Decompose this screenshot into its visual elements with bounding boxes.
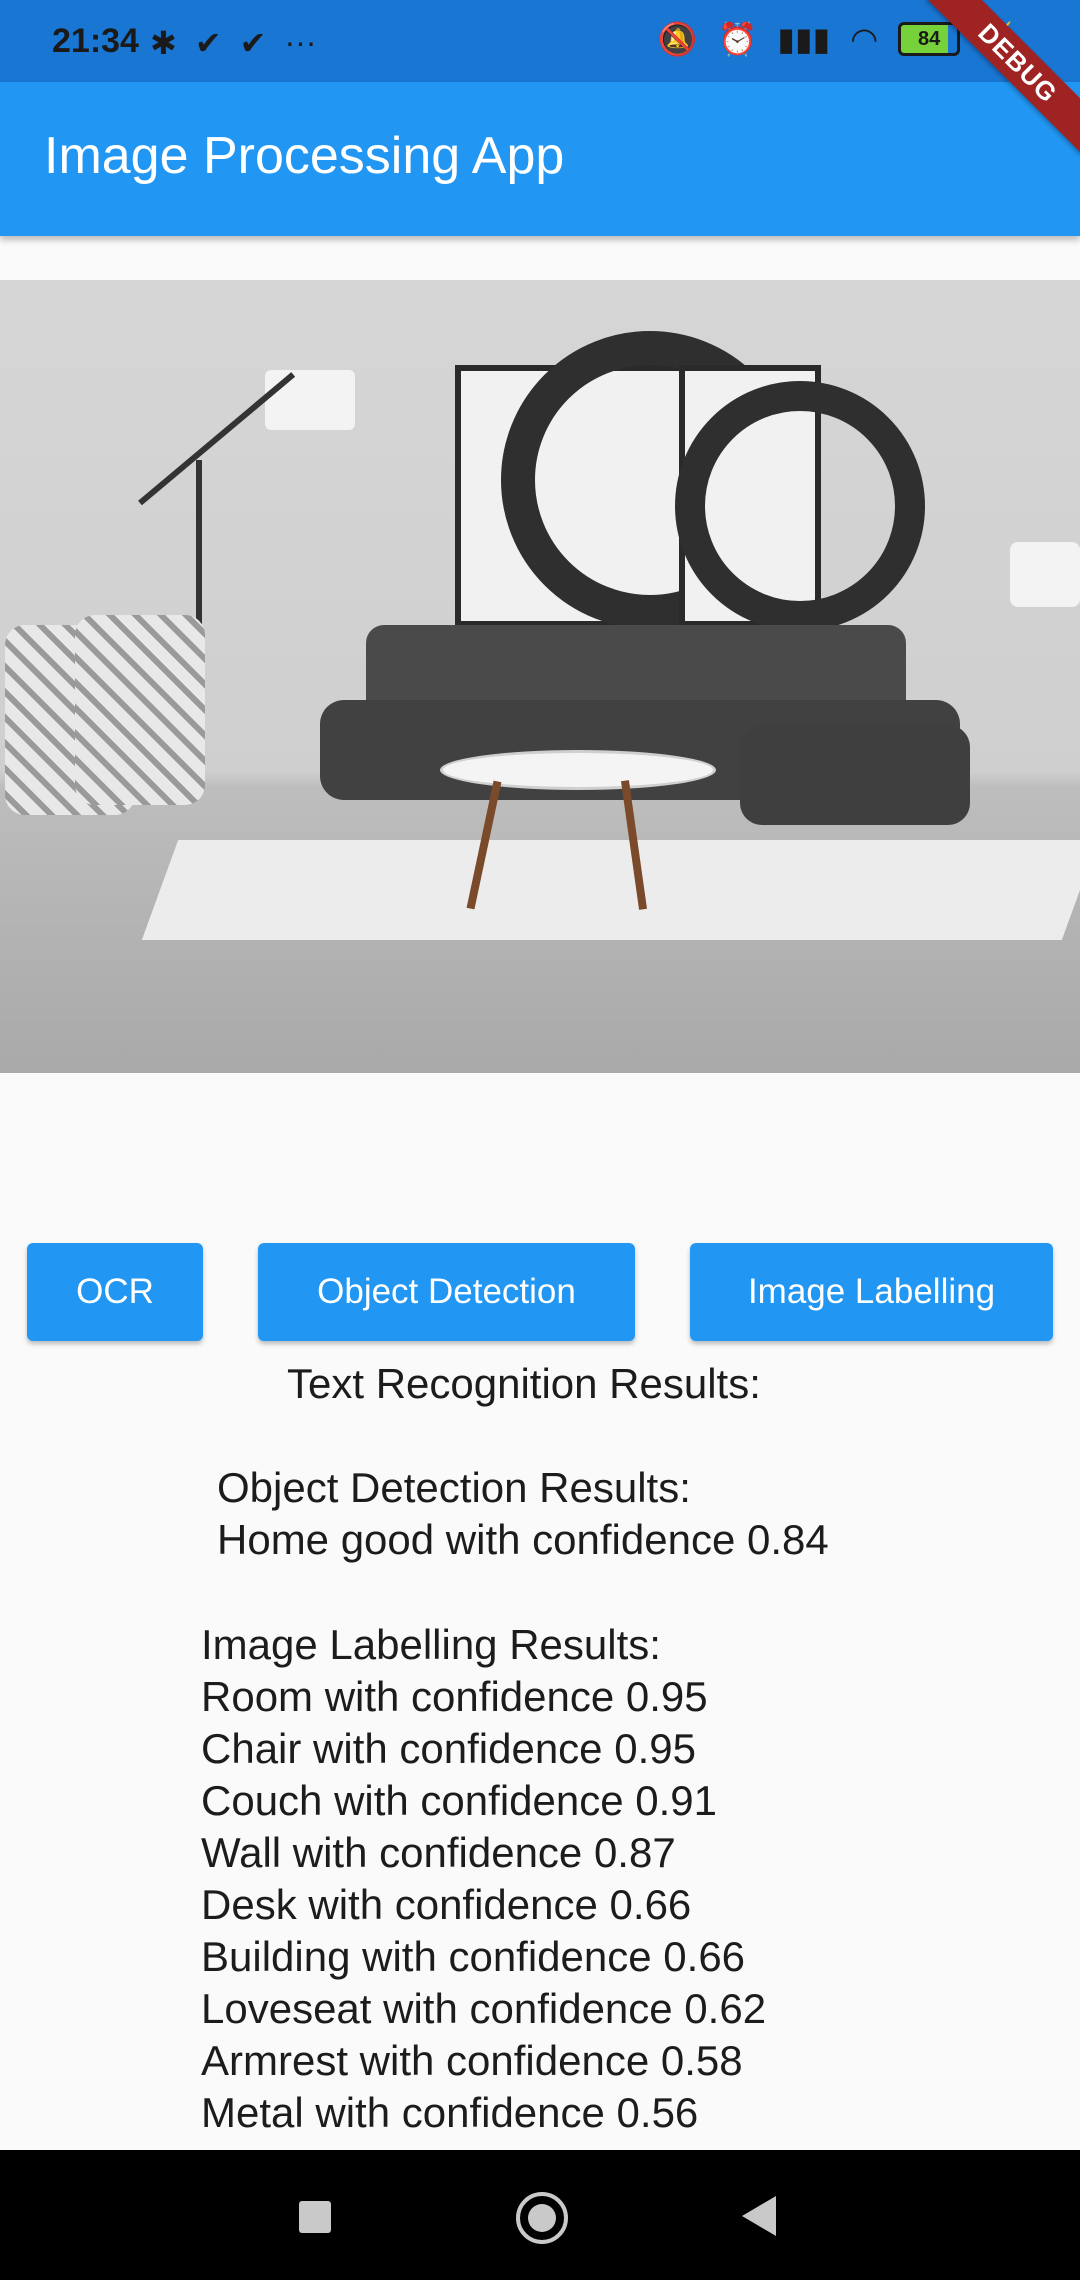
image-chaise: [740, 725, 970, 825]
signal-icon: ▮▮▮: [777, 21, 831, 57]
image-armchair: [75, 615, 205, 805]
image-labelling-item: Room with confidence 0.95: [201, 1673, 708, 1720]
image-lamp-arm: [138, 372, 296, 506]
image-labelling-item: Wall with confidence 0.87: [201, 1829, 676, 1876]
image-labelling-item: Couch with confidence 0.91: [201, 1777, 717, 1824]
back-triangle-icon[interactable]: [742, 2196, 776, 2236]
object-detection-item: Home good with confidence 0.84: [217, 1516, 829, 1563]
system-nav-bar: [0, 2150, 1080, 2280]
wifi-icon: ◠: [850, 21, 879, 57]
bell-off-icon: 🔕: [657, 21, 698, 57]
check-icon: ✔: [194, 25, 222, 61]
home-circle-icon[interactable]: [516, 2192, 568, 2244]
image-floor-lamp: [265, 370, 355, 430]
bluetooth-icon: ✱: [150, 25, 177, 61]
home-circle-inner: [528, 2204, 556, 2232]
image-table-lamp: [1010, 542, 1080, 607]
more-icon: ···: [284, 24, 317, 60]
image-labelling-item: Desk with confidence 0.66: [201, 1881, 692, 1928]
image-artwork-right: [675, 365, 925, 631]
check-icon: ✔: [239, 25, 267, 61]
status-time: 21:34: [52, 22, 139, 60]
app-bar: Image Processing App: [0, 82, 1080, 236]
image-labelling-results: Image Labelling Results: Room with confi…: [0, 1619, 1080, 2139]
ocr-button[interactable]: OCR: [27, 1243, 203, 1341]
image-labelling-item: Building with confidence 0.66: [201, 1933, 746, 1980]
object-detection-results: Object Detection Results: Home good with…: [0, 1462, 1080, 1566]
image-labelling-item: Chair with confidence 0.95: [201, 1725, 696, 1772]
image-labelling-header: Image Labelling Results:: [201, 1621, 661, 1668]
alarm-icon: ⏰: [717, 21, 758, 57]
image-labelling-item: Armrest with confidence 0.58: [201, 2037, 743, 2084]
text-recognition-results: Text Recognition Results:: [0, 1358, 1080, 1410]
image-labelling-item: Metal with confidence 0.56: [201, 2089, 699, 2136]
image-rug: [141, 840, 1080, 940]
text-recognition-header: Text Recognition Results:: [287, 1360, 761, 1407]
selected-image: [0, 280, 1080, 1073]
image-labelling-button[interactable]: Image Labelling: [690, 1243, 1053, 1341]
image-coffee-table: [440, 750, 716, 790]
image-artwork-left: [455, 331, 799, 629]
status-bar: 21:34 ✱ ✔ ✔ ··· 🔕 ⏰ ▮▮▮ ◠ 84 ⚡: [0, 0, 1080, 82]
image-labelling-item: Loveseat with confidence 0.62: [201, 1985, 767, 2032]
object-detection-header: Object Detection Results:: [217, 1464, 691, 1511]
battery-icon: 84: [898, 22, 961, 56]
object-detection-button[interactable]: Object Detection: [258, 1243, 635, 1341]
recents-square-icon[interactable]: [299, 2201, 331, 2233]
status-left-icons: ✱ ✔ ✔ ···: [150, 24, 316, 62]
app-title: Image Processing App: [44, 127, 565, 185]
